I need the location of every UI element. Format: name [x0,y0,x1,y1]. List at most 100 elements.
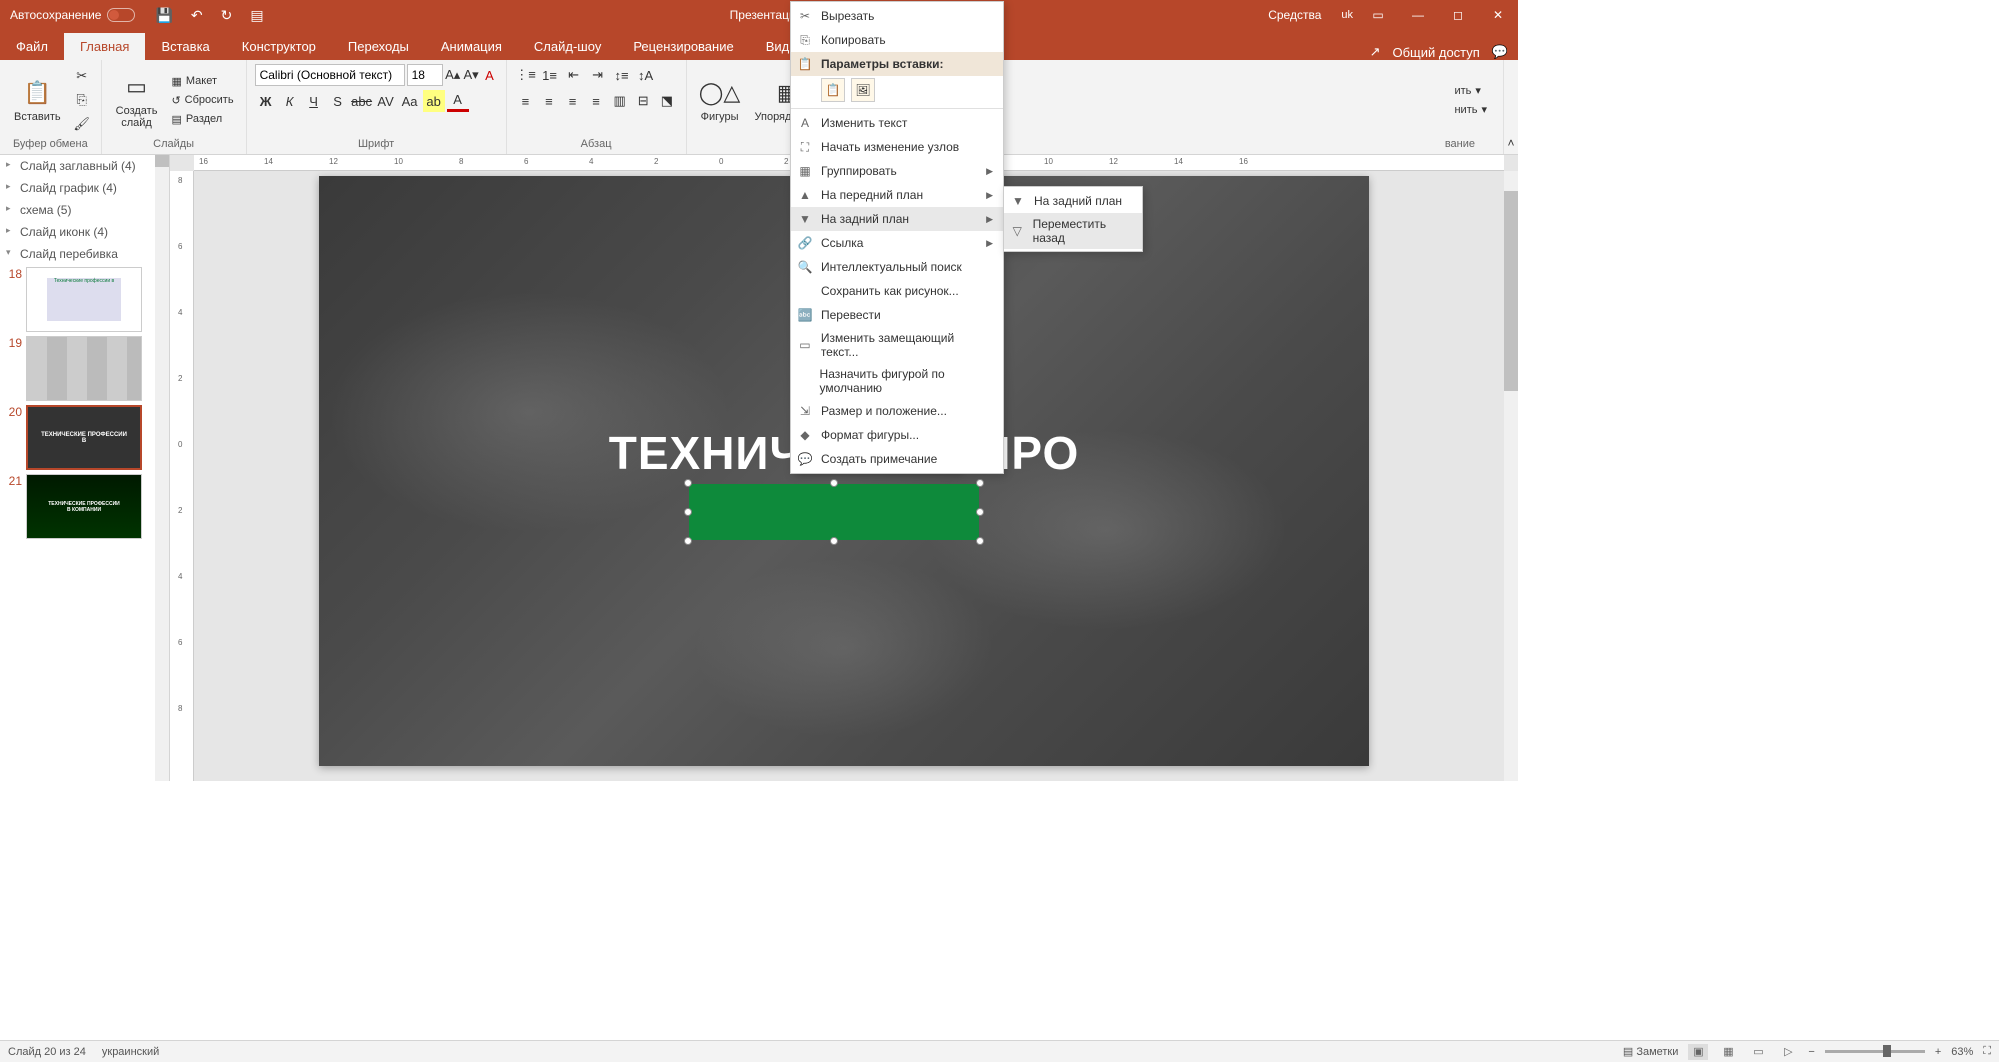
ctx-bring-front[interactable]: ▲На передний план▶ [791,183,1003,207]
resize-handle[interactable] [830,537,838,545]
ctx-smart-lookup[interactable]: 🔍Интеллектуальный поиск [791,255,1003,279]
resize-handle[interactable] [976,537,984,545]
collapse-ribbon-icon[interactable]: ˄ [1504,60,1518,154]
numbering-icon[interactable]: 1≡ [539,64,561,86]
smartart-icon[interactable]: ⬔ [656,90,678,112]
tab-transitions[interactable]: Переходы [332,33,425,60]
ctx-edit-text[interactable]: AИзменить текст [791,111,1003,135]
bullets-icon[interactable]: ⋮≡ [515,64,537,86]
resize-handle[interactable] [684,508,692,516]
shape-outline-button[interactable]: нить ▾ [1450,101,1491,118]
ctx-size-position[interactable]: ⇲Размер и положение... [791,399,1003,423]
zoom-level[interactable]: 63% [1951,1046,1973,1058]
resize-handle[interactable] [976,508,984,516]
paste-option-dest-theme[interactable]: 📋 [821,78,845,102]
thumb-18[interactable]: 18 Технические профессии в [0,265,169,334]
shape-fill-button[interactable]: ить ▾ [1450,82,1491,99]
ctx-format-shape[interactable]: ◆Формат фигуры... [791,423,1003,447]
zoom-out-icon[interactable]: − [1808,1046,1814,1058]
thumb-19[interactable]: 19 [0,334,169,403]
ctx-default-shape[interactable]: Назначить фигурой по умолчанию [791,363,1003,399]
bold-icon[interactable]: Ж [255,90,277,112]
underline-icon[interactable]: Ч [303,90,325,112]
justify-icon[interactable]: ≡ [585,90,607,112]
reset-button[interactable]: ↺Сбросить [167,92,237,109]
slide-thumbnail[interactable]: ТЕХНИЧЕСКИЕ ПРОФЕССИИ В [26,405,142,470]
language-indicator[interactable]: украинский [102,1046,159,1058]
clear-format-icon[interactable]: A [481,64,497,86]
tab-review[interactable]: Рецензирование [617,33,749,60]
shapes-button[interactable]: ◯△ Фигуры [695,75,745,125]
new-slide-button[interactable]: ▭ Создать слайд [110,69,164,131]
selected-shape[interactable] [689,484,979,540]
normal-view-icon[interactable]: ▣ [1688,1044,1708,1060]
line-spacing-icon[interactable]: ↕≡ [611,64,633,86]
ctx-edit-points[interactable]: ⛶Начать изменение узлов [791,135,1003,159]
text-direction-icon[interactable]: ↕A [635,64,657,86]
highlight-icon[interactable]: ab [423,90,445,112]
resize-handle[interactable] [976,479,984,487]
decrease-font-icon[interactable]: A▾ [463,64,479,86]
tab-insert[interactable]: Вставка [145,33,225,60]
resize-handle[interactable] [684,537,692,545]
change-case-icon[interactable]: Aa [399,90,421,112]
cut-icon[interactable]: ✂ [71,65,93,87]
outline-section-4[interactable]: Слайд иконк (4) [0,221,169,243]
sorter-view-icon[interactable]: ▦ [1718,1044,1738,1060]
submenu-send-backward[interactable]: ▽Переместить назад [1004,213,1142,249]
thumb-20[interactable]: 20 ТЕХНИЧЕСКИЕ ПРОФЕССИИ В [0,403,169,472]
reading-view-icon[interactable]: ▭ [1748,1044,1768,1060]
editor-scrollbar[interactable] [1504,171,1518,781]
fit-window-icon[interactable]: ⛶ [1983,1045,1991,1058]
ribbon-options-icon[interactable]: ▭ [1363,0,1393,30]
undo-icon[interactable]: ↶ [191,7,203,24]
slide-thumbnail[interactable]: ТЕХНИЧЕСКИЕ ПРОФЕССИИ В КОМПАНИИ [26,474,142,539]
tab-file[interactable]: Файл [0,33,64,60]
maximize-icon[interactable]: ◻ [1443,0,1473,30]
format-painter-icon[interactable]: 🖌 [71,113,93,135]
ctx-translate[interactable]: 🔤Перевести [791,303,1003,327]
font-name-select[interactable] [255,64,405,86]
font-size-select[interactable] [407,64,443,86]
ctx-send-back[interactable]: ▼На задний план▶ [791,207,1003,231]
strike-icon[interactable]: abc [351,90,373,112]
align-text-icon[interactable]: ⊟ [632,90,654,112]
outline-section-5[interactable]: Слайд перебивка [0,243,169,265]
ctx-alt-text[interactable]: ▭Изменить замещающий текст... [791,327,1003,363]
zoom-slider[interactable] [1825,1050,1925,1053]
decrease-indent-icon[interactable]: ⇤ [563,64,585,86]
slide-thumbnail[interactable] [26,336,142,401]
columns-icon[interactable]: ▥ [609,90,631,112]
section-button[interactable]: ▤Раздел [167,111,237,128]
redo-icon[interactable]: ↻ [221,7,233,24]
zoom-in-icon[interactable]: + [1935,1046,1941,1058]
paste-option-picture[interactable]: 🖼 [851,78,875,102]
align-center-icon[interactable]: ≡ [538,90,560,112]
ctx-save-picture[interactable]: Сохранить как рисунок... [791,279,1003,303]
thumb-21[interactable]: 21 ТЕХНИЧЕСКИЕ ПРОФЕССИИ В КОМПАНИИ [0,472,169,541]
font-color-icon[interactable]: A [447,90,469,112]
minimize-icon[interactable]: — [1403,0,1433,30]
increase-font-icon[interactable]: A▴ [445,64,461,86]
outline-section-3[interactable]: схема (5) [0,199,169,221]
ctx-link[interactable]: 🔗Ссылка▶ [791,231,1003,255]
slide-counter[interactable]: Слайд 20 из 24 [8,1046,86,1058]
share-button[interactable]: Общий доступ [1392,45,1479,60]
tab-slideshow[interactable]: Слайд-шоу [518,33,617,60]
start-slideshow-icon[interactable]: ▤ [250,7,263,24]
ctx-group[interactable]: ▦Группировать▶ [791,159,1003,183]
ctx-new-comment[interactable]: 💬Создать примечание [791,447,1003,471]
italic-icon[interactable]: К [279,90,301,112]
outline-section-2[interactable]: Слайд график (4) [0,177,169,199]
slideshow-view-icon[interactable]: ▷ [1778,1044,1798,1060]
tab-home[interactable]: Главная [64,33,145,60]
comments-icon[interactable]: 💬 [1492,44,1508,60]
submenu-send-back[interactable]: ▼На задний план [1004,189,1142,213]
layout-button[interactable]: ▦Макет [167,73,237,90]
ctx-cut[interactable]: ✂Вырезать [791,4,1003,28]
shadow-icon[interactable]: S [327,90,349,112]
save-icon[interactable]: 💾 [155,7,172,24]
slide-thumbnail[interactable]: Технические профессии в [26,267,142,332]
copy-icon[interactable]: ⎘ [71,89,93,111]
increase-indent-icon[interactable]: ⇥ [587,64,609,86]
